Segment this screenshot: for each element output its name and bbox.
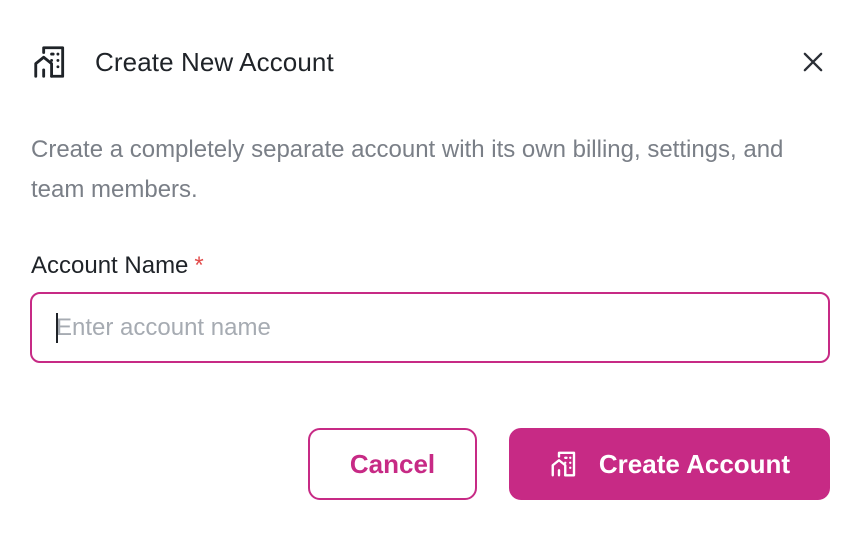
account-name-label: Account Name * xyxy=(31,252,204,280)
create-account-dialog: Create New Account Create a completely s… xyxy=(0,0,862,536)
building-icon xyxy=(31,43,69,81)
building-icon xyxy=(549,449,579,479)
create-account-button[interactable]: Create Account xyxy=(509,428,830,500)
account-name-field[interactable] xyxy=(30,292,830,363)
account-name-input[interactable] xyxy=(32,294,828,361)
cancel-button-label: Cancel xyxy=(349,448,436,479)
create-account-button-label: Create Account xyxy=(598,448,791,479)
close-icon xyxy=(803,52,823,72)
account-name-label-text: Account Name xyxy=(31,252,189,279)
text-caret xyxy=(56,313,58,343)
cancel-button[interactable]: Cancel xyxy=(308,428,477,500)
close-button[interactable] xyxy=(797,46,829,78)
dialog-description: Create a completely separate account wit… xyxy=(31,136,784,203)
dialog-header: Create New Account xyxy=(31,40,831,84)
dialog-title: Create New Account xyxy=(95,46,334,77)
required-marker: * xyxy=(194,252,204,279)
